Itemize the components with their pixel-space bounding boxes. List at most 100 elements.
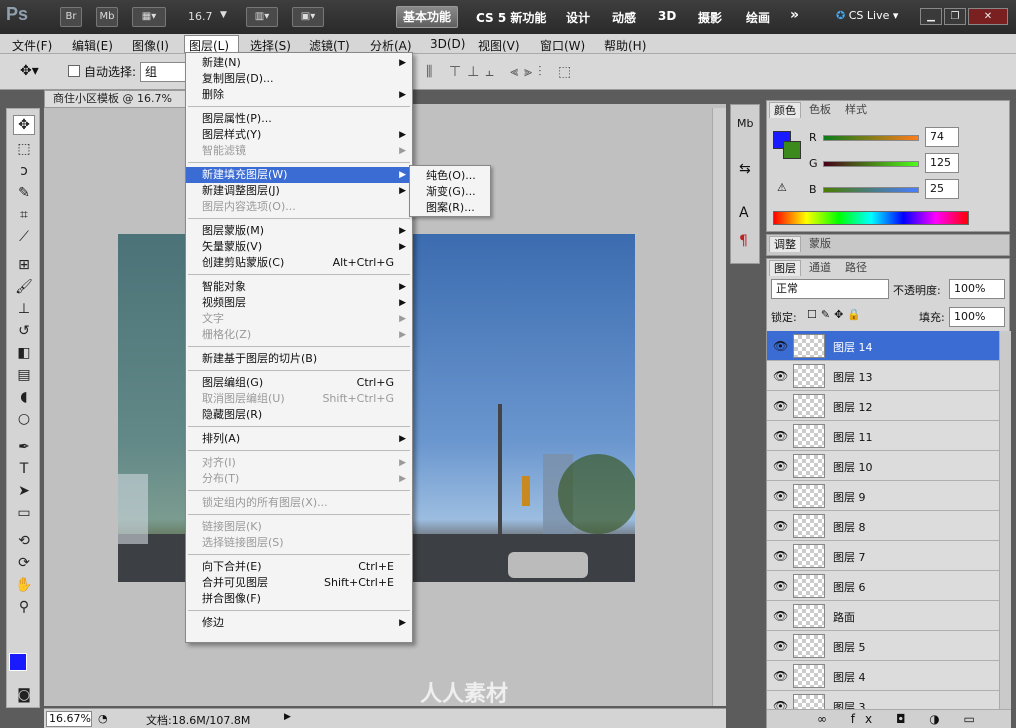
quick-select-tool-icon[interactable]: ✎ bbox=[13, 183, 35, 203]
eraser-tool-icon[interactable]: ◧ bbox=[13, 343, 35, 363]
menu-image[interactable]: 图像(I) bbox=[132, 37, 169, 54]
blur-tool-icon[interactable]: ◖ bbox=[13, 387, 35, 407]
layer-menu-item[interactable]: 矢量蒙版(V) ▶ bbox=[186, 239, 412, 255]
cs-live-button[interactable]: ✪ CS Live ▾ bbox=[836, 9, 898, 22]
move-tool-preset-icon[interactable]: ✥▾ bbox=[20, 63, 39, 79]
dodge-tool-icon[interactable]: ○ bbox=[13, 409, 35, 429]
layer-menu-item[interactable]: 图层属性(P)... bbox=[186, 111, 412, 127]
align-buttons[interactable]: ⫼ ⊤⊥⫠ ⫷⫸⫶ ⬚ bbox=[426, 64, 577, 80]
zoom-dropdown-icon[interactable]: ▼ bbox=[220, 10, 227, 20]
r-slider[interactable] bbox=[823, 135, 919, 141]
minimize-button[interactable]: ▁ bbox=[920, 8, 942, 25]
eye-icon[interactable]: 👁 bbox=[773, 429, 788, 443]
layer-menu-item[interactable]: 向下合并(E) Ctrl+E bbox=[186, 559, 412, 575]
workspace-motion[interactable]: 动感 bbox=[612, 9, 636, 26]
layer-menu-item[interactable]: 修边 ▶ bbox=[186, 615, 412, 631]
layer-row[interactable]: 👁 图层 8 bbox=[767, 511, 999, 541]
menu-3d[interactable]: 3D(D) bbox=[430, 37, 465, 51]
layer-menu-item[interactable]: 创建剪贴蒙版(C) Alt+Ctrl+G bbox=[186, 255, 412, 271]
clone-stamp-tool-icon[interactable]: ⊥ bbox=[13, 299, 35, 319]
paragraph-panel-icon[interactable]: ¶ bbox=[739, 233, 748, 249]
eye-icon[interactable]: 👁 bbox=[773, 579, 788, 593]
doc-vertical-scrollbar[interactable] bbox=[712, 108, 726, 706]
bridge-button[interactable]: Br bbox=[60, 7, 82, 27]
path-select-tool-icon[interactable]: ➤ bbox=[13, 481, 35, 501]
menu-file[interactable]: 文件(F) bbox=[12, 37, 52, 54]
view-extras-button[interactable]: ▦▾ bbox=[132, 7, 166, 27]
hand-tool-icon[interactable]: ✋ bbox=[13, 575, 35, 595]
layer-menu-item[interactable]: 隐藏图层(R) bbox=[186, 407, 412, 423]
warning-icon[interactable]: ⚠ bbox=[777, 181, 787, 194]
more-workspaces-button[interactable]: » bbox=[790, 7, 799, 23]
layer-menu-item[interactable]: 智能对象 ▶ bbox=[186, 279, 412, 295]
eye-icon[interactable]: 👁 bbox=[773, 669, 788, 683]
marquee-tool-icon[interactable]: ⬚ bbox=[13, 139, 35, 159]
eye-icon[interactable]: 👁 bbox=[773, 609, 788, 623]
layer-menu-item[interactable]: 栅格化(Z) ▶ bbox=[186, 327, 412, 343]
layer-menu-item[interactable]: 图层内容选项(O)... bbox=[186, 199, 412, 215]
menu-edit[interactable]: 编辑(E) bbox=[72, 37, 113, 54]
mini-bridge-button[interactable]: Mb bbox=[96, 7, 118, 27]
layer-menu-item[interactable]: 视频图层 ▶ bbox=[186, 295, 412, 311]
layer-row[interactable]: 👁 图层 13 bbox=[767, 361, 999, 391]
layer-menu-item[interactable]: 删除 ▶ bbox=[186, 87, 412, 103]
layer-row[interactable]: 👁 图层 10 bbox=[767, 451, 999, 481]
blend-mode-dropdown[interactable]: 正常 bbox=[771, 279, 889, 299]
layer-menu-item[interactable]: 合并可见图层 Shift+Ctrl+E bbox=[186, 575, 412, 591]
workspace-painting[interactable]: 绘画 bbox=[746, 9, 770, 26]
workspace-photography[interactable]: 摄影 bbox=[698, 9, 722, 26]
color-bg-swatch[interactable] bbox=[783, 141, 801, 159]
auto-select-checkbox[interactable] bbox=[68, 65, 80, 77]
close-button[interactable]: ✕ bbox=[968, 8, 1008, 25]
tab-color[interactable]: 颜色 bbox=[769, 102, 801, 118]
layer-row[interactable]: 👁 图层 6 bbox=[767, 571, 999, 601]
b-slider[interactable] bbox=[823, 187, 919, 193]
menu-view[interactable]: 视图(V) bbox=[478, 37, 520, 54]
workspace-3d[interactable]: 3D bbox=[658, 9, 676, 23]
eye-icon[interactable]: 👁 bbox=[773, 639, 788, 653]
layer-menu-item[interactable]: 图层蒙版(M) ▶ bbox=[186, 223, 412, 239]
layer-menu-item[interactable]: 图层样式(Y) ▶ bbox=[186, 127, 412, 143]
opacity-field[interactable]: 100% bbox=[949, 279, 1005, 299]
move-tool-icon[interactable]: ✥ bbox=[13, 115, 35, 135]
auto-select-dropdown[interactable]: 组 bbox=[140, 62, 186, 82]
layer-menu-item[interactable]: 新建基于图层的切片(B) bbox=[186, 351, 412, 367]
crop-tool-icon[interactable]: ⌗ bbox=[13, 205, 35, 225]
zoom-tool-icon[interactable]: ⚲ bbox=[13, 597, 35, 617]
layer-menu-item[interactable]: 链接图层(K) bbox=[186, 519, 412, 535]
layer-row[interactable]: 👁 图层 7 bbox=[767, 541, 999, 571]
3d-orbit-tool-icon[interactable]: ⟳ bbox=[13, 553, 35, 573]
layers-scrollbar[interactable] bbox=[999, 331, 1011, 709]
layer-menu-item[interactable]: 分布(T) ▶ bbox=[186, 471, 412, 487]
mini-bridge-panel-icon[interactable]: Mb bbox=[737, 117, 753, 130]
tab-swatches[interactable]: 色板 bbox=[805, 102, 835, 118]
layer-menu-item[interactable]: 对齐(I) ▶ bbox=[186, 455, 412, 471]
eye-icon[interactable]: 👁 bbox=[773, 489, 788, 503]
layers-bottom-toolbar[interactable]: ∞ fx ◘ ◑ ▭ ⊡ 🗑 bbox=[767, 709, 1011, 728]
tab-channels[interactable]: 通道 bbox=[805, 260, 835, 276]
lock-icons[interactable]: ☐✎✥🔒 bbox=[807, 308, 865, 321]
pen-tool-icon[interactable]: ✒ bbox=[13, 437, 35, 457]
layer-menu-item[interactable]: 新建填充图层(W) ▶ bbox=[186, 167, 412, 183]
layer-menu-item[interactable]: 新建调整图层(J) ▶ bbox=[186, 183, 412, 199]
eye-icon[interactable]: 👁 bbox=[773, 459, 788, 473]
layer-row[interactable]: 👁 图层 9 bbox=[767, 481, 999, 511]
tab-adjustments[interactable]: 调整 bbox=[769, 236, 801, 252]
foreground-color-swatch[interactable] bbox=[9, 653, 27, 671]
color-ramp[interactable] bbox=[773, 211, 969, 225]
layer-row[interactable]: 👁 图层 3 bbox=[767, 691, 999, 709]
layer-menu-item[interactable]: 锁定组内的所有图层(X)... bbox=[186, 495, 412, 511]
fill-submenu-item[interactable]: 渐变(G)... bbox=[410, 184, 490, 200]
type-tool-icon[interactable]: T bbox=[13, 459, 35, 479]
brush-tool-icon[interactable]: 🖌 bbox=[13, 277, 35, 297]
eye-icon[interactable]: 👁 bbox=[773, 369, 788, 383]
tab-masks[interactable]: 蒙版 bbox=[805, 236, 835, 252]
character-panel-icon[interactable]: A bbox=[739, 205, 749, 221]
screen-mode-button[interactable]: ▣▾ bbox=[292, 7, 324, 27]
layer-row[interactable]: 👁 图层 5 bbox=[767, 631, 999, 661]
layer-row[interactable]: 👁 图层 4 bbox=[767, 661, 999, 691]
layer-row[interactable]: 👁 图层 12 bbox=[767, 391, 999, 421]
r-value-field[interactable]: 74 bbox=[925, 127, 959, 147]
restore-button[interactable]: ❐ bbox=[944, 8, 966, 25]
fill-field[interactable]: 100% bbox=[949, 307, 1005, 327]
